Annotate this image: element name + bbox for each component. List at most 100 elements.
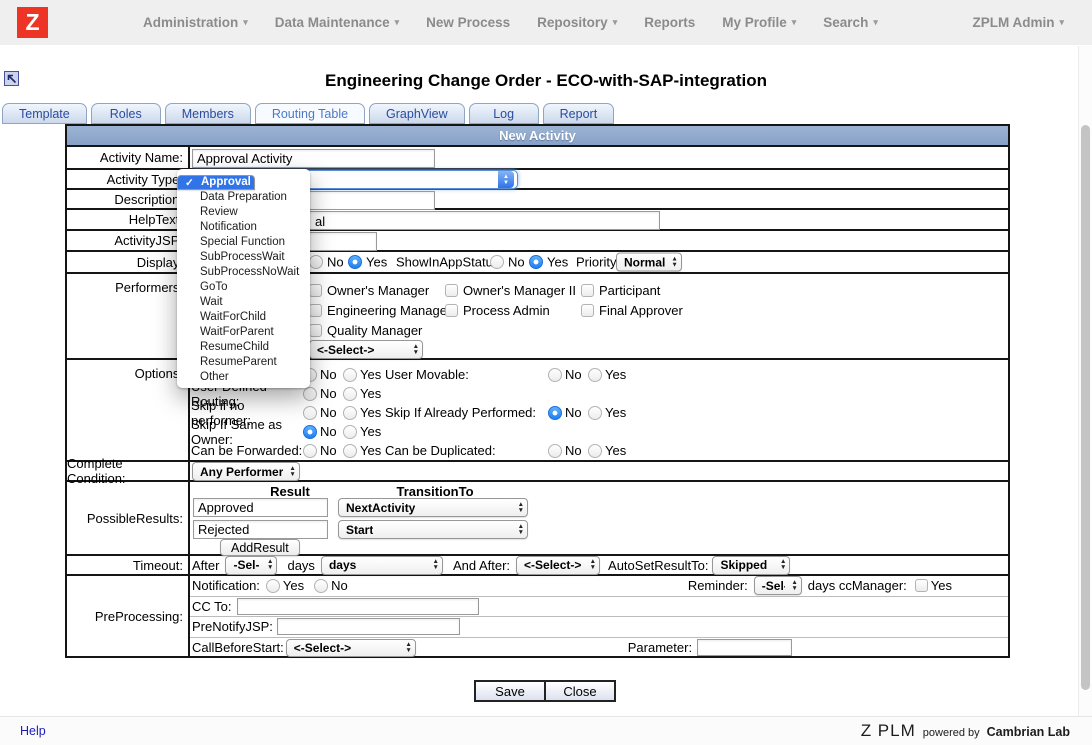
help-link[interactable]: Help [20,724,46,738]
tab[interactable]: Log [469,103,539,124]
performer-option[interactable]: Final Approver [581,303,741,318]
parameter-input[interactable] [697,639,792,656]
dropdown-option-label: SubProcessNoWait [200,266,299,278]
dropdown-option[interactable]: Notification [177,220,310,235]
dropdown-option[interactable]: Wait [177,295,310,310]
nav-item[interactable]: My Profile [722,15,796,30]
transitionto-select[interactable]: Start [338,520,528,539]
timeout-unit-select[interactable]: days [321,556,443,575]
transitionto-select[interactable]: NextActivity [338,498,528,517]
addresult-button[interactable]: AddResult [220,539,300,556]
priority-select[interactable]: Normal [616,253,682,272]
save-button[interactable]: Save [474,680,546,702]
dropdown-option[interactable]: GoTo [177,280,310,295]
scrollbar-track[interactable] [1078,46,1092,716]
display-yes-radio[interactable] [348,255,362,269]
tab[interactable]: GraphView [369,103,465,124]
radio[interactable] [343,368,357,382]
radio[interactable] [548,406,562,420]
nav-item-label: Search [823,15,868,30]
radio[interactable] [303,444,317,458]
performer-label: Owner's Manager [327,283,429,298]
dropdown-option[interactable]: Review [177,205,310,220]
dropdown-option[interactable]: Special Function [177,235,310,250]
radio[interactable] [548,444,562,458]
result-input[interactable]: Rejected [193,520,328,539]
radio[interactable] [303,406,317,420]
tab[interactable]: Members [165,103,251,124]
nav-item[interactable]: Data Maintenance [275,15,399,30]
prenotifyjsp-input[interactable] [277,618,460,635]
radio[interactable] [588,368,602,382]
performer-option[interactable]: Engineering Manager [309,303,445,318]
notification-yes-radio[interactable] [266,579,280,593]
dropdown-option[interactable]: WaitForParent [177,325,310,340]
performer-role-select[interactable]: <-Select-> [309,340,423,359]
account-menu[interactable]: ZPLM Admin [972,15,1064,30]
activity-name-input[interactable]: Approval Activity [192,149,435,168]
dropdown-option[interactable]: ResumeParent [177,355,310,370]
showinappstatus-no-radio[interactable] [490,255,504,269]
dropdown-option[interactable]: Data Preparation [177,190,310,205]
select-arrows-icon [407,344,419,356]
radio[interactable] [548,368,562,382]
radio[interactable] [588,406,602,420]
radio[interactable] [343,387,357,401]
dropdown-option[interactable]: Other [177,370,310,385]
radio[interactable] [343,406,357,420]
radio[interactable] [588,444,602,458]
callbeforestart-select[interactable]: <-Select-> [286,639,416,657]
zplm-logo[interactable]: Z [17,7,48,38]
checkbox[interactable] [581,304,594,317]
and-after-select[interactable]: <-Select-> [516,556,600,575]
nav-item[interactable]: Search [823,15,878,30]
radio[interactable] [303,387,317,401]
checkbox[interactable] [309,304,322,317]
checkmark-icon [184,220,193,235]
timeout-days-count-select[interactable]: -Sel- [225,556,277,575]
ccto-input[interactable] [237,598,479,615]
checkmark-icon [184,340,193,355]
checkbox[interactable] [445,304,458,317]
display-no-radio[interactable] [309,255,323,269]
callbeforestart-label: CallBeforeStart: [192,640,284,655]
performer-option[interactable]: Process Admin [445,303,581,318]
checkbox[interactable] [581,284,594,297]
performer-option[interactable]: Quality Manager [309,323,445,338]
dropdown-option[interactable]: WaitForChild [177,310,310,325]
checkbox[interactable] [309,324,322,337]
dropdown-option[interactable]: Approval [177,175,255,190]
preprocessing-label: PreProcessing: [67,576,190,656]
performer-option[interactable]: Participant [581,283,741,298]
complete-condition-select[interactable]: Any Performer [192,462,300,481]
result-column-header: Result [220,484,360,499]
ccmanager-checkbox[interactable] [915,579,928,592]
tab[interactable]: Roles [91,103,161,124]
reminder-select[interactable]: -Sel- [754,576,802,595]
radio[interactable] [303,425,317,439]
dropdown-option[interactable]: SubProcessWait [177,250,310,265]
autosetresultto-value: Skipped [720,558,767,572]
dropdown-option-label: Approval [201,175,251,190]
dropdown-option[interactable]: SubProcessNoWait [177,265,310,280]
notification-no-radio[interactable] [314,579,328,593]
dropdown-option[interactable]: ResumeChild [177,340,310,355]
performer-option[interactable]: Owner's Manager [309,283,445,298]
showinappstatus-yes-radio[interactable] [529,255,543,269]
checkbox[interactable] [309,284,322,297]
autosetresultto-select[interactable]: Skipped [712,556,790,575]
tab[interactable]: Report [543,103,615,124]
tab[interactable]: Routing Table [255,103,365,124]
performer-option[interactable]: Owner's Manager II [445,283,581,298]
scrollbar-thumb[interactable] [1081,125,1090,690]
nav-item[interactable]: Repository [537,15,617,30]
nav-item[interactable]: Reports [644,15,695,30]
radio[interactable] [343,425,357,439]
checkbox[interactable] [445,284,458,297]
nav-item[interactable]: New Process [426,15,510,30]
tab[interactable]: Template [2,103,87,124]
result-input[interactable]: Approved [193,498,328,517]
close-button[interactable]: Close [544,680,616,702]
radio[interactable] [343,444,357,458]
nav-item[interactable]: Administration [143,15,248,30]
